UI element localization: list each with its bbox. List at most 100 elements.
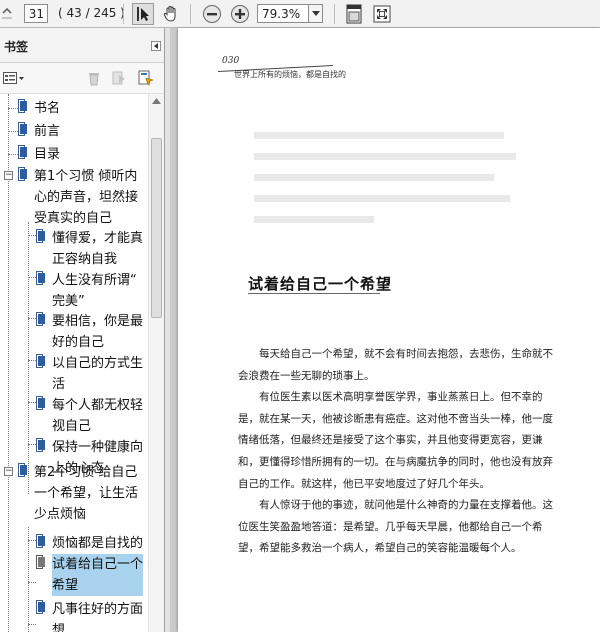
bleed-through-text (254, 132, 504, 139)
tree-line (8, 154, 18, 155)
bookmark-icon (36, 555, 45, 569)
bookmark-label: 第2个习惯 给自己 一个希望，让生活 少点烦恼 (34, 465, 139, 522)
bookmark-item[interactable]: 书名 (18, 98, 60, 119)
bookmark-item[interactable]: 第2个习惯 给自己 一个希望，让生活 少点烦恼 (18, 462, 138, 525)
tree-line (28, 582, 36, 583)
bookmark-icon (36, 229, 45, 243)
bookmark-item[interactable]: 以自己的方式生活 (36, 353, 143, 395)
trash-icon (89, 73, 99, 86)
bookmarks-toolbar (0, 63, 164, 94)
bookmarks-panel-title: 书签 (4, 40, 29, 54)
bookmark-icon (36, 396, 45, 410)
bookmark-icon (18, 145, 27, 159)
collapse-toggle[interactable]: − (4, 467, 13, 476)
bookmarks-scrollbar[interactable] (148, 94, 164, 632)
options-menu-button[interactable] (3, 72, 25, 86)
bookmark-label: 懂得爱，才能真 正容纳自我 (52, 231, 144, 267)
bookmark-label: 以自己的方式生活 (52, 356, 144, 392)
tree-line (28, 540, 36, 541)
bookmarks-tree: − − 书名 前言 目录 第1个习惯 倾听内 心的声音，坦然接 受真实的自己 懂得爱… (0, 94, 148, 632)
options-list-icon (3, 72, 24, 84)
bookmark-label: 人生没有所谓“ 完美” (52, 273, 137, 309)
bookmark-icon (18, 99, 27, 113)
tree-line (28, 235, 36, 236)
cursor-arrow-icon (137, 7, 149, 21)
bookmark-icon (36, 312, 45, 326)
bookmark-label: 每个人都无权轻 视自己 (52, 398, 144, 434)
paragraph: 有位医生素以医术高明享誉医学界，事业蒸蒸日上。但不幸的是，就在某一天，他被诊断患… (238, 391, 553, 490)
page-label: 030 (222, 56, 240, 66)
tree-line (28, 527, 29, 632)
tree-line (28, 222, 29, 494)
bookmark-icon (36, 600, 45, 614)
expand-bookmark-button[interactable] (138, 70, 155, 90)
bookmark-icon (36, 438, 45, 452)
fit-page-button[interactable] (343, 3, 365, 25)
page-number-input[interactable]: 31 (24, 4, 48, 23)
tree-line (28, 402, 36, 403)
bookmark-label: 前言 (34, 124, 61, 139)
new-bookmark-icon (112, 71, 125, 85)
bookmark-label: 第1个习惯 倾听内 心的声音，坦然接 受真实的自己 (34, 169, 139, 226)
bleed-through-text (254, 216, 374, 223)
toolbar-divider (123, 4, 124, 24)
body-text: 每天给自己一个希望，就不会有时间去抱怨，去悲伤，生命就不会浪费在一些无聊的琐事上… (238, 344, 558, 560)
bleed-through-text (254, 153, 516, 160)
collapse-panel-button[interactable] (151, 41, 161, 51)
bookmark-settings-icon (138, 70, 155, 86)
zoom-out-icon (203, 5, 221, 23)
hand-icon (163, 5, 176, 22)
bookmark-item[interactable]: 烦恼都是自找的 (36, 533, 143, 554)
bookmark-item[interactable]: 目录 (18, 144, 60, 165)
bookmarks-panel: 书签 − − 书名 前言 目录 第1个习惯 倾听内 心的声音，坦然接 受真实的自… (0, 28, 165, 632)
tree-line (28, 444, 36, 445)
delete-bookmark-button[interactable] (88, 71, 100, 90)
bookmark-label: 烦恼都是自找的 (52, 536, 144, 551)
bookmark-item[interactable]: 要相信，你是最 好的自己 (36, 311, 143, 353)
scroll-up-arrow-icon[interactable] (152, 98, 161, 104)
select-tool-button[interactable] (132, 3, 154, 25)
zoom-level-input[interactable]: 79.3% (257, 4, 309, 23)
chevron-down-icon (311, 11, 320, 16)
bookmark-item[interactable]: 凡事往好的方面想 (36, 599, 143, 632)
zoom-out-button[interactable] (201, 3, 223, 25)
zoom-in-button[interactable] (229, 3, 251, 25)
collapse-toggle[interactable]: − (4, 171, 13, 180)
bookmark-label: 凡事往好的方面想 (52, 602, 144, 632)
bookmark-label: 试着给自己一个 希望 (52, 554, 144, 596)
bleed-through-text (254, 174, 494, 181)
bleed-through-text (254, 195, 510, 202)
scrollbar-thumb[interactable] (151, 138, 162, 318)
tree-line (28, 360, 36, 361)
toolbar: 31 ( 43 / 245 ) 79.3% (0, 0, 600, 28)
chevron-left-icon (154, 43, 158, 49)
previous-page-icon[interactable] (0, 5, 16, 23)
bookmark-item[interactable]: 懂得爱，才能真 正容纳自我 (36, 228, 143, 270)
full-screen-button[interactable] (371, 3, 393, 25)
paragraph: 每天给自己一个希望，就不会有时间去抱怨，去悲伤，生命就不会浪费在一些无聊的琐事上… (238, 348, 553, 382)
tree-line (28, 624, 36, 625)
tree-line (28, 318, 36, 319)
full-screen-icon (373, 5, 391, 23)
tree-line (28, 277, 36, 278)
bookmark-icon (18, 463, 27, 477)
bookmark-item[interactable]: 前言 (18, 121, 60, 142)
bookmarks-panel-header: 书签 (0, 28, 164, 63)
document-page: 030 世界上所有的烦恼，都是自找的 试着给自己一个希望 每天给自己一个希望，就… (178, 28, 600, 632)
tree-line (8, 108, 18, 109)
bookmark-label: 要相信，你是最 好的自己 (52, 314, 144, 350)
zoom-dropdown-button[interactable] (309, 4, 323, 23)
zoom-in-icon (231, 5, 249, 23)
hand-tool-button[interactable] (160, 3, 182, 25)
bookmark-item[interactable]: 人生没有所谓“ 完美” (36, 270, 137, 312)
section-title: 试着给自己一个希望 (248, 275, 393, 293)
bookmark-item[interactable]: 第1个习惯 倾听内 心的声音，坦然接 受真实的自己 (18, 166, 138, 229)
bookmark-label: 目录 (34, 147, 61, 162)
document-viewer[interactable]: 030 世界上所有的烦恼，都是自找的 试着给自己一个希望 每天给自己一个希望，就… (170, 28, 600, 632)
bookmark-item[interactable]: 每个人都无权轻 视自己 (36, 395, 143, 437)
toolbar-divider (190, 4, 191, 24)
tree-line (8, 131, 18, 132)
section-title-rule (248, 293, 380, 294)
bookmark-item-selected[interactable]: 试着给自己一个 希望 (36, 554, 144, 596)
new-bookmark-button[interactable] (112, 71, 126, 90)
